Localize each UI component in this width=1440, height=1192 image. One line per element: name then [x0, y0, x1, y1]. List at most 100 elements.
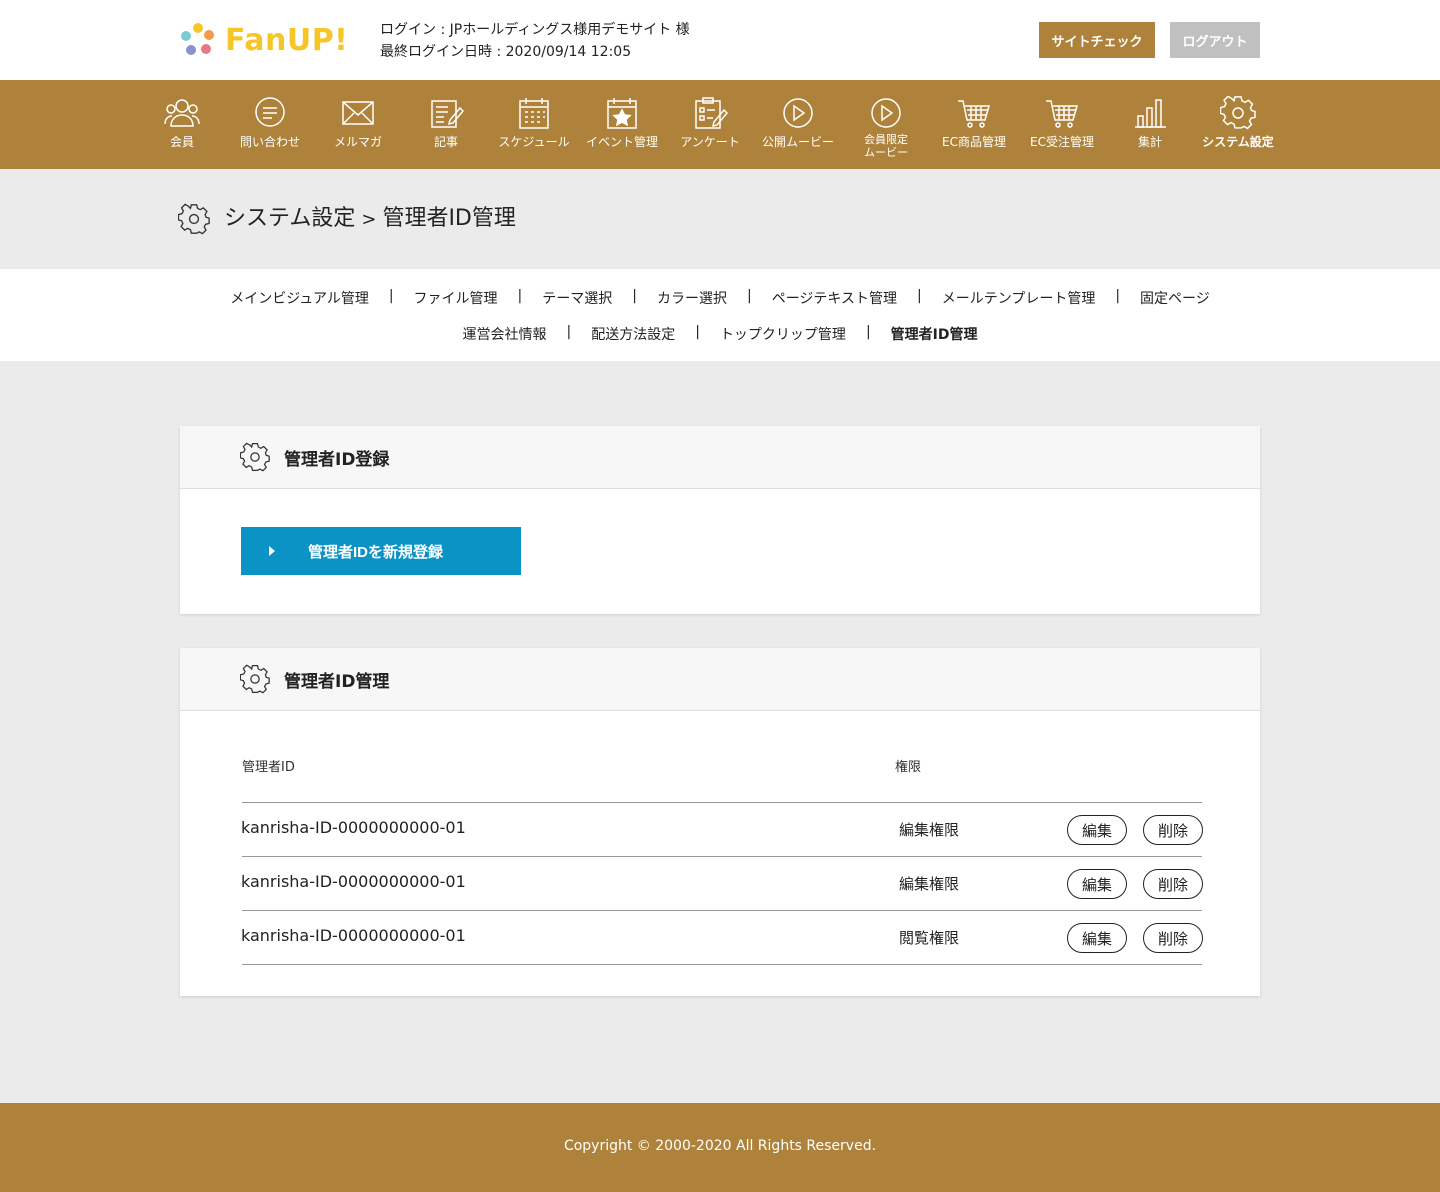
nav-item-mailmag[interactable]: メルマガ: [314, 80, 402, 169]
nav-item-event[interactable]: イベント管理: [578, 80, 666, 169]
card-title: 管理者ID管理: [284, 672, 390, 692]
nav-item-public-movie[interactable]: 公開ムービー: [754, 80, 842, 169]
copyright-text: Copyright © 2000-2020 All Rights Reserve…: [563, 1138, 877, 1154]
chart-icon: [1135, 99, 1166, 128]
register-admin-label: 管理者IDを新規登録: [308, 544, 444, 561]
subnav-fixed-page[interactable]: 固定ページ: [1140, 288, 1210, 308]
nav-label: 公開ムービー: [761, 135, 834, 149]
subnav-company-info[interactable]: 運営会社情報: [463, 324, 547, 344]
subnav-shipping[interactable]: 配送方法設定: [591, 324, 675, 344]
nav-label: イベント管理: [585, 135, 658, 149]
site-check-button[interactable]: サイトチェック: [1039, 22, 1155, 58]
subnav-top-clip[interactable]: トップクリップ管理: [720, 324, 846, 344]
subnav-separator: |: [1115, 288, 1121, 304]
column-header-permission: 権限: [895, 760, 922, 775]
subnav-mail-template[interactable]: メールテンプレート管理: [942, 288, 1096, 308]
nav-label: メルマガ: [333, 135, 382, 149]
subnav-separator: |: [517, 288, 523, 304]
subnav-separator: |: [566, 324, 572, 340]
table-row: kanrisha-ID-0000000000-01 編集権限 編集 削除: [241, 857, 1203, 911]
last-login: 最終ログイン日時 : 2020/09/14 12:05: [380, 44, 632, 60]
logo-mark-icon: [181, 23, 214, 55]
gear-icon: [178, 203, 210, 235]
nav-item-stats[interactable]: 集計: [1106, 80, 1194, 169]
nav-item-member-movie[interactable]: 会員限定ムービー: [842, 80, 930, 169]
edit-button[interactable]: 編集: [1067, 923, 1127, 953]
delete-button[interactable]: 削除: [1143, 869, 1203, 899]
nav-label: アンケート: [680, 135, 740, 149]
triangle-right-icon: [269, 546, 275, 556]
permission-cell: 編集権限: [899, 875, 960, 893]
nav-item-schedule[interactable]: スケジュール: [490, 80, 578, 169]
survey-icon: [695, 97, 728, 129]
breadcrumb: システム設定 > 管理者ID管理: [0, 169, 1440, 269]
article-icon: [431, 100, 464, 128]
register-card: 管理者ID登録 管理者IDを新規登録: [180, 426, 1260, 614]
manage-card: 管理者ID管理 管理者ID 権限 kanrisha-ID-0000000000-…: [180, 648, 1260, 996]
members-icon: [164, 99, 200, 127]
table-row: kanrisha-ID-0000000000-01 閲覧権限 編集 削除: [241, 911, 1203, 965]
cart-icon: [1046, 100, 1078, 128]
subnav-separator: |: [388, 288, 394, 304]
nav-item-members[interactable]: 会員: [138, 80, 226, 169]
gear-icon: [240, 442, 270, 472]
fanup-logo[interactable]: FanUP!: [179, 20, 348, 60]
edit-button[interactable]: 編集: [1067, 815, 1127, 845]
play-icon: [871, 98, 901, 128]
delete-button[interactable]: 削除: [1143, 923, 1203, 953]
nav-item-inquiry[interactable]: 問い合わせ: [226, 80, 314, 169]
breadcrumb-current: 管理者ID管理: [382, 206, 516, 231]
main-nav: 会員 問い合わせ メルマガ 記事 スケジュール イベント管理 アンケート 公開ム…: [0, 80, 1440, 169]
edit-button[interactable]: 編集: [1067, 869, 1127, 899]
sub-nav-row: 運営会社情報 | 配送方法設定 | トップクリップ管理 | 管理者ID管理: [0, 324, 1440, 344]
page-title: システム設定 > 管理者ID管理: [224, 204, 516, 235]
nav-label: 会員限定ムービー: [864, 133, 908, 159]
sub-nav: メインビジュアル管理 | ファイル管理 | テーマ選択 | カラー選択 | ページテキス…: [0, 269, 1440, 361]
mail-icon: [342, 101, 374, 125]
subnav-separator: |: [632, 288, 637, 304]
logo-text: FanUP!: [225, 22, 349, 58]
nav-item-ec-products[interactable]: EC商品管理: [930, 80, 1018, 169]
nav-label: システム設定: [1202, 135, 1274, 149]
header: FanUP! ログイン : JPホールディングス様用デモサイト 様 最終ログイン…: [0, 0, 1440, 80]
footer: Copyright © 2000-2020 All Rights Reserve…: [0, 1103, 1440, 1192]
nav-label: 会員: [169, 135, 194, 149]
calendar-icon: [519, 98, 549, 129]
nav-label: スケジュール: [498, 135, 570, 149]
nav-label: 問い合わせ: [239, 135, 300, 149]
nav-item-ec-orders[interactable]: EC受注管理: [1018, 80, 1106, 169]
delete-button[interactable]: 削除: [1143, 815, 1203, 845]
subnav-theme[interactable]: テーマ選択: [542, 288, 612, 308]
play-icon: [783, 98, 813, 128]
logout-button[interactable]: ログアウト: [1170, 22, 1260, 58]
subnav-separator: |: [695, 324, 700, 340]
subnav-main-visual[interactable]: メインビジュアル管理: [230, 288, 369, 308]
nav-item-system-settings[interactable]: システム設定: [1194, 80, 1282, 169]
admin-id-cell: kanrisha-ID-0000000000-01: [241, 818, 466, 837]
nav-label: EC受注管理: [1030, 135, 1094, 149]
nav-item-article[interactable]: 記事: [402, 80, 490, 169]
card-header: 管理者ID管理: [180, 648, 1260, 711]
table-row: kanrisha-ID-0000000000-01 編集権限 編集 削除: [241, 803, 1203, 857]
login-info: ログイン : JPホールディングス様用デモサイト 様 最終ログイン日時 : 20…: [380, 19, 690, 63]
sub-nav-row: メインビジュアル管理 | ファイル管理 | テーマ選択 | カラー選択 | ページテキス…: [0, 288, 1440, 308]
subnav-admin-id[interactable]: 管理者ID管理: [891, 324, 978, 344]
permission-cell: 編集権限: [899, 821, 960, 839]
permission-cell: 閲覧権限: [899, 929, 960, 947]
column-header-id: 管理者ID: [242, 760, 295, 775]
subnav-page-text[interactable]: ページテキスト管理: [772, 288, 897, 308]
nav-label: EC商品管理: [942, 135, 1006, 149]
subnav-separator: |: [917, 288, 922, 304]
subnav-file[interactable]: ファイル管理: [414, 288, 498, 308]
nav-label: 集計: [1137, 135, 1162, 149]
cart-icon: [958, 100, 990, 128]
nav-item-survey[interactable]: アンケート: [666, 80, 754, 169]
breadcrumb-parent[interactable]: システム設定: [224, 206, 355, 231]
subnav-separator: |: [865, 324, 871, 340]
inquiry-icon: [255, 97, 285, 127]
card-header: 管理者ID登録: [180, 426, 1260, 489]
register-admin-button[interactable]: 管理者IDを新規登録: [241, 527, 521, 575]
admin-id-cell: kanrisha-ID-0000000000-01: [241, 872, 466, 891]
subnav-color[interactable]: カラー選択: [657, 288, 727, 308]
gear-icon: [240, 664, 270, 694]
